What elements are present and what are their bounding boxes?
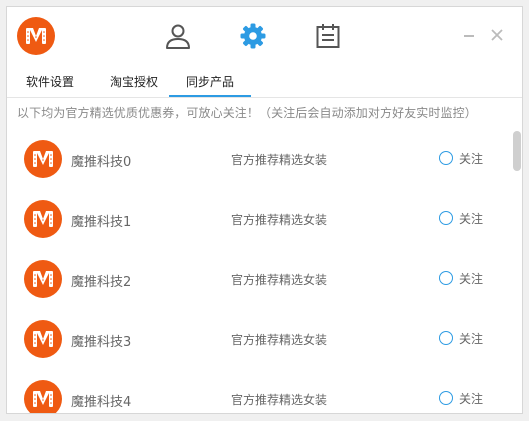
list-item: 魔推科技4 官方推荐精选女装 关注 xyxy=(7,367,507,413)
m-logo-icon xyxy=(26,28,46,44)
tab-sync-products[interactable]: 同步产品 xyxy=(169,67,251,97)
nav-settings-button[interactable] xyxy=(237,20,269,52)
title-bar xyxy=(7,7,522,67)
close-icon xyxy=(491,29,503,41)
follow-label: 关注 xyxy=(459,151,484,166)
nav-calendar-button[interactable] xyxy=(312,20,344,52)
avatar xyxy=(24,260,62,298)
item-name: 魔推科技0 xyxy=(71,155,132,170)
gear-icon xyxy=(240,23,266,49)
radio-icon[interactable] xyxy=(439,151,453,165)
radio-icon[interactable] xyxy=(439,271,453,285)
list-item: 魔推科技0 官方推荐精选女装 关注 xyxy=(7,127,507,187)
m-logo-icon xyxy=(33,391,53,407)
follow-label: 关注 xyxy=(459,391,484,406)
radio-icon[interactable] xyxy=(439,391,453,405)
follow-label: 关注 xyxy=(459,331,484,346)
list-item: 魔推科技3 官方推荐精选女装 关注 xyxy=(7,307,507,367)
radio-icon[interactable] xyxy=(439,331,453,345)
item-name: 魔推科技2 xyxy=(71,275,132,290)
follow-label: 关注 xyxy=(459,271,484,286)
tab-bar: 软件设置 淘宝授权 同步产品 xyxy=(7,67,522,98)
follow-toggle[interactable]: 关注 xyxy=(439,148,483,168)
avatar xyxy=(24,200,62,238)
item-name: 魔推科技1 xyxy=(71,215,132,230)
list-item: 魔推科技2 官方推荐精选女装 关注 xyxy=(7,247,507,307)
m-logo-icon xyxy=(33,271,53,287)
list-item: 魔推科技1 官方推荐精选女装 关注 xyxy=(7,187,507,247)
calendar-icon xyxy=(316,24,340,48)
follow-toggle[interactable]: 关注 xyxy=(439,388,483,408)
follow-toggle[interactable]: 关注 xyxy=(439,328,483,348)
radio-icon[interactable] xyxy=(439,211,453,225)
scrollbar[interactable] xyxy=(512,127,522,413)
scrollbar-thumb[interactable] xyxy=(513,131,521,171)
avatar xyxy=(24,320,62,358)
item-description: 官方推荐精选女装 xyxy=(231,153,328,167)
nav-user-button[interactable] xyxy=(162,20,194,52)
app-window: 软件设置 淘宝授权 同步产品 以下均为官方精选优质优惠券，可放心关注！（关注后会… xyxy=(6,6,523,414)
tab-taobao-auth[interactable]: 淘宝授权 xyxy=(93,67,175,96)
item-description: 官方推荐精选女装 xyxy=(231,393,328,407)
avatar xyxy=(24,380,62,413)
item-name: 魔推科技4 xyxy=(71,395,132,410)
minimize-icon xyxy=(464,35,474,37)
app-logo xyxy=(17,17,55,55)
m-logo-icon xyxy=(33,331,53,347)
tab-software-settings[interactable]: 软件设置 xyxy=(15,67,85,96)
minimize-button[interactable] xyxy=(459,25,479,45)
item-description: 官方推荐精选女装 xyxy=(231,333,328,347)
close-button[interactable] xyxy=(487,25,507,45)
notice-text: 以下均为官方精选优质优惠券，可放心关注！（关注后会自动添加对方好友实时监控） xyxy=(17,106,477,120)
m-logo-icon xyxy=(33,211,53,227)
follow-toggle[interactable]: 关注 xyxy=(439,208,483,228)
product-list: 魔推科技0 官方推荐精选女装 关注 魔推科技1 官方推荐精选女装 关注 魔推科技2 官方推荐精… xyxy=(7,127,507,413)
m-logo-icon xyxy=(33,151,53,167)
item-description: 官方推荐精选女装 xyxy=(231,273,328,287)
follow-toggle[interactable]: 关注 xyxy=(439,268,483,288)
avatar xyxy=(24,140,62,178)
item-name: 魔推科技3 xyxy=(71,335,132,350)
follow-label: 关注 xyxy=(459,211,484,226)
user-icon xyxy=(166,24,190,49)
item-description: 官方推荐精选女装 xyxy=(231,213,328,227)
